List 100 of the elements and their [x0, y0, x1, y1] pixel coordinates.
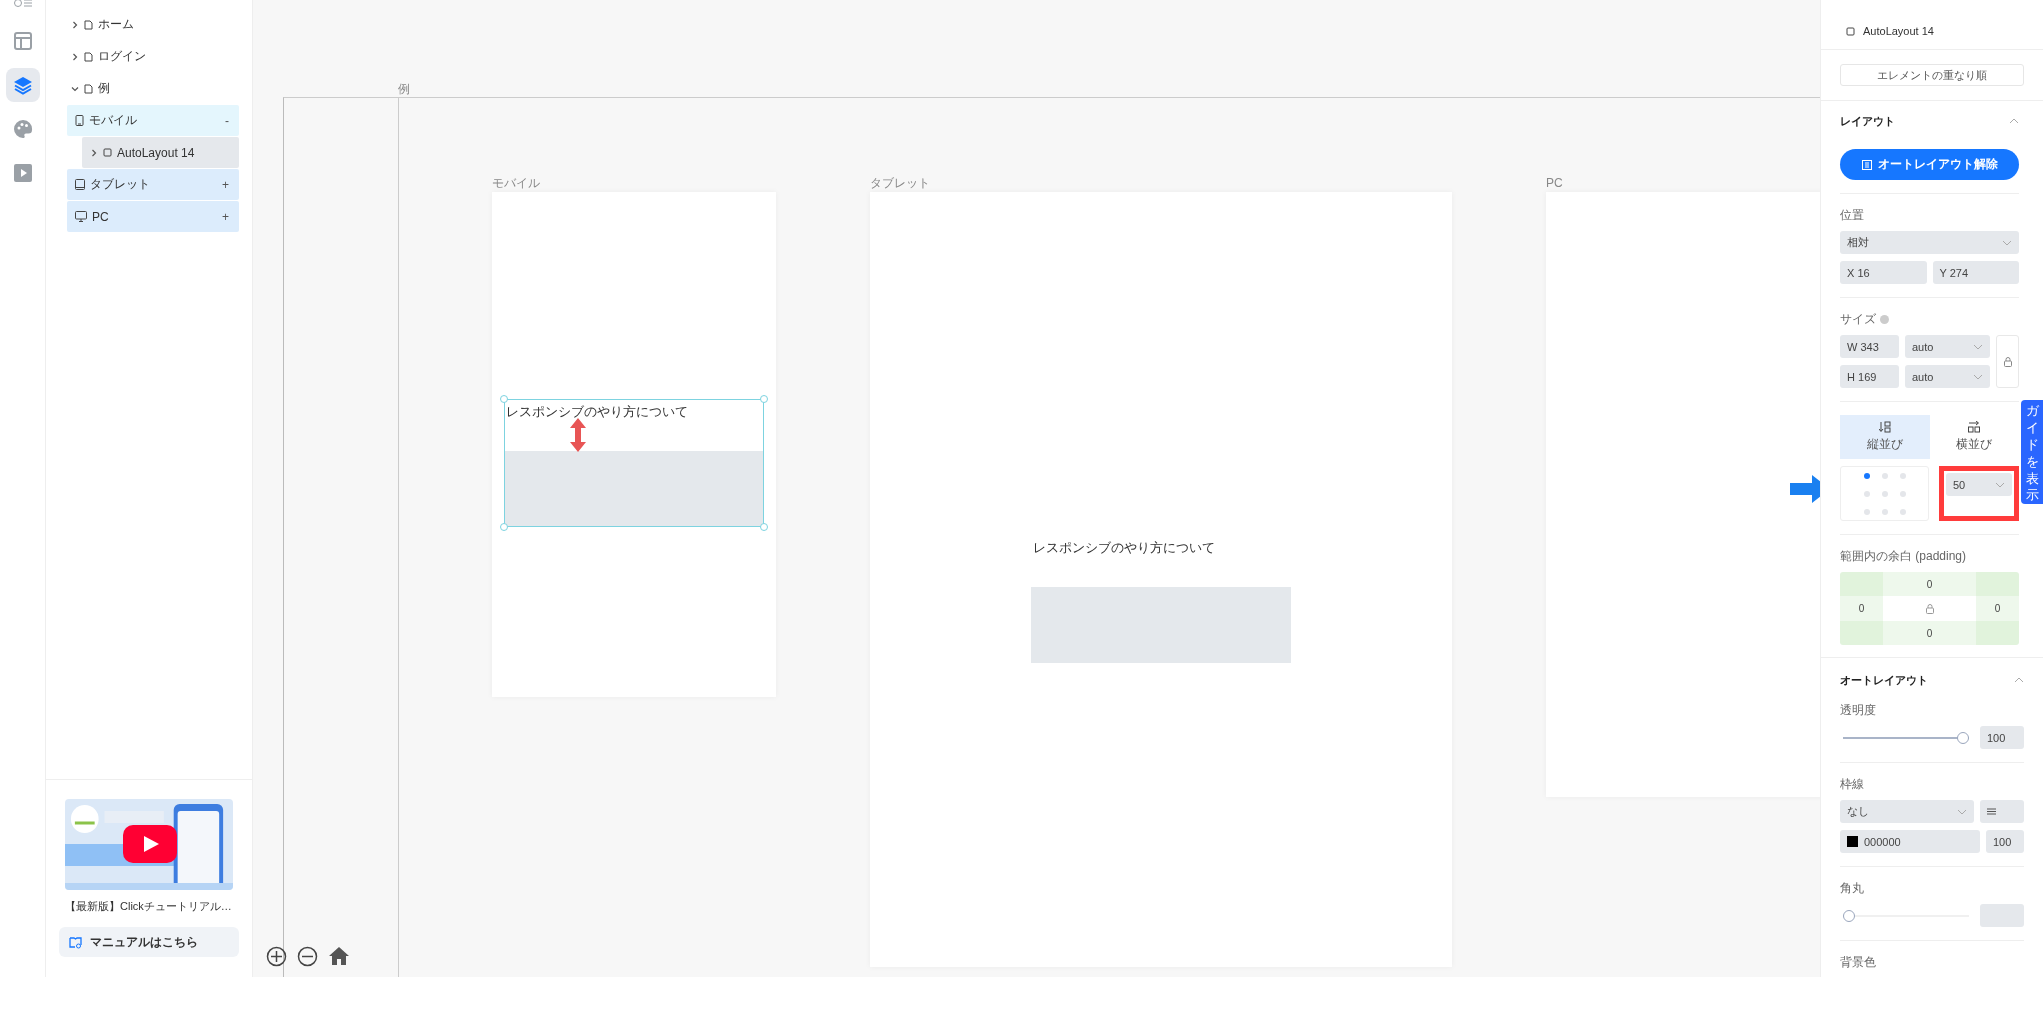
- size-mode-select[interactable]: auto: [1905, 335, 1990, 358]
- field-label: サイズ: [1840, 311, 1876, 328]
- caret-down-icon: [1957, 808, 1967, 815]
- padding-left[interactable]: 0: [1840, 596, 1883, 621]
- padding-corner: [1840, 621, 1883, 645]
- corner-field[interactable]: [1980, 904, 2024, 927]
- x-field[interactable]: X 16: [1840, 261, 1927, 284]
- zoom-out-icon[interactable]: [297, 946, 318, 967]
- element-name: AutoLayout 14: [1863, 25, 1934, 37]
- field-label: 枠線: [1840, 776, 1865, 793]
- frame-icon: [103, 148, 112, 157]
- lock-button[interactable]: [1996, 335, 2019, 388]
- caret-down-icon: [1995, 481, 2005, 488]
- chevron-right-icon[interactable]: [71, 20, 79, 29]
- horizontal-stack-icon: [1968, 421, 1981, 433]
- double-arrow-icon: [570, 418, 586, 452]
- manual-button[interactable]: マニュアルはこちら: [59, 927, 239, 957]
- layer-item[interactable]: AutoLayout 14: [82, 137, 239, 168]
- opacity-field[interactable]: 100: [1980, 726, 2024, 749]
- alignment-dot[interactable]: [1881, 490, 1888, 497]
- phone-icon: [75, 115, 84, 126]
- heading-text: レスポンシブのやり方について: [506, 403, 688, 421]
- page-item[interactable]: ログイン: [98, 48, 229, 65]
- padding-top[interactable]: 0: [1883, 572, 1976, 596]
- resize-handle[interactable]: [500, 523, 508, 531]
- page-icon: [84, 51, 93, 62]
- caret-down-icon: [1973, 373, 1983, 380]
- field-label: 範囲内の余白 (padding): [1840, 548, 1968, 565]
- padding-corner: [1840, 572, 1883, 596]
- frame-label: タブレット: [870, 176, 930, 190]
- chevron-right-icon[interactable]: [71, 52, 79, 61]
- alignment-dot[interactable]: [1899, 490, 1906, 497]
- padding-right[interactable]: 0: [1976, 596, 2019, 621]
- lock-icon[interactable]: [1925, 603, 1934, 614]
- gap-select[interactable]: 50: [1946, 473, 2012, 496]
- corner-slider[interactable]: [1843, 909, 1969, 922]
- help-icon[interactable]: [1880, 315, 1889, 324]
- add-icon[interactable]: +: [222, 177, 229, 192]
- frame-item[interactable]: モバイル -: [67, 105, 239, 136]
- caret-down-icon: [2002, 239, 2012, 246]
- frame-item[interactable]: PC +: [67, 201, 239, 232]
- field-label: 透明度: [1840, 702, 1877, 719]
- padding-bottom[interactable]: 0: [1883, 621, 1976, 645]
- resize-handle[interactable]: [760, 523, 768, 531]
- position-select[interactable]: 相対: [1840, 231, 2019, 254]
- opacity-slider[interactable]: [1843, 731, 1969, 744]
- alignment-dot[interactable]: [1863, 508, 1870, 515]
- page-icon: [84, 83, 93, 94]
- rail-button[interactable]: [5, 68, 40, 102]
- caret-up-icon[interactable]: [2009, 118, 2019, 124]
- monitor-icon: [75, 211, 87, 222]
- border-color-field[interactable]: 000000: [1840, 830, 1980, 853]
- chevron-right-icon[interactable]: [90, 148, 98, 157]
- size-field[interactable]: H 169: [1840, 365, 1899, 388]
- chevron-down-icon[interactable]: [71, 84, 79, 93]
- home-icon[interactable]: [328, 946, 350, 967]
- add-icon[interactable]: +: [222, 209, 229, 224]
- field-label: 位置: [1840, 207, 1865, 224]
- layout-icon: [13, 32, 32, 50]
- zoom-in-icon[interactable]: [266, 946, 287, 967]
- caret-up-icon[interactable]: [2014, 677, 2024, 683]
- guide-tab[interactable]: ガイドを表示: [2021, 400, 2043, 504]
- size-mode-select[interactable]: auto: [1905, 365, 1990, 388]
- frame-icon: [1846, 26, 1855, 36]
- release-button[interactable]: オートレイアウト解除: [1840, 149, 2019, 180]
- play-button-icon[interactable]: [123, 825, 177, 863]
- field-label: 角丸: [1840, 880, 1865, 897]
- caret-down-icon: [1973, 343, 1983, 350]
- direction-tab[interactable]: 縦並び: [1840, 415, 1930, 459]
- frame-icon: [1861, 159, 1872, 170]
- alignment-dot[interactable]: [1881, 508, 1888, 515]
- alignment-dot[interactable]: [1899, 508, 1906, 515]
- menu-icon: [12, 0, 33, 9]
- alignment-dot[interactable]: [1863, 490, 1870, 497]
- vertical-stack-icon: [1878, 421, 1891, 433]
- collapse-icon[interactable]: -: [225, 113, 229, 128]
- arrow-right-icon: [1790, 475, 1820, 503]
- field-label: 背景色: [1840, 954, 1877, 971]
- resize-handle[interactable]: [500, 395, 508, 403]
- layers-icon: [12, 75, 33, 95]
- video-title[interactable]: 【最新版】Clickチュートリアル…: [65, 899, 233, 914]
- padding-corner: [1976, 621, 2019, 645]
- frame-label: PC: [1546, 176, 1563, 190]
- tablet-icon: [75, 179, 85, 190]
- border-align-button[interactable]: [1980, 800, 2024, 823]
- border-width-field[interactable]: 100: [1986, 830, 2024, 853]
- order-button[interactable]: エレメントの重なり順: [1840, 64, 2024, 86]
- lines-icon: [1987, 808, 1996, 815]
- page-item[interactable]: ホーム: [98, 16, 229, 33]
- size-field[interactable]: W 343: [1840, 335, 1899, 358]
- border-style-select[interactable]: なし: [1840, 800, 1974, 823]
- padding-corner: [1976, 572, 2019, 596]
- alignment-dot[interactable]: [1863, 472, 1870, 479]
- frame-item[interactable]: タブレット +: [67, 169, 239, 200]
- alignment-dot[interactable]: [1899, 472, 1906, 479]
- color-swatch[interactable]: [1847, 836, 1858, 847]
- page-item[interactable]: 例: [98, 80, 229, 97]
- alignment-dot[interactable]: [1881, 472, 1888, 479]
- y-field[interactable]: Y 274: [1932, 261, 2019, 284]
- resize-handle[interactable]: [760, 395, 768, 403]
